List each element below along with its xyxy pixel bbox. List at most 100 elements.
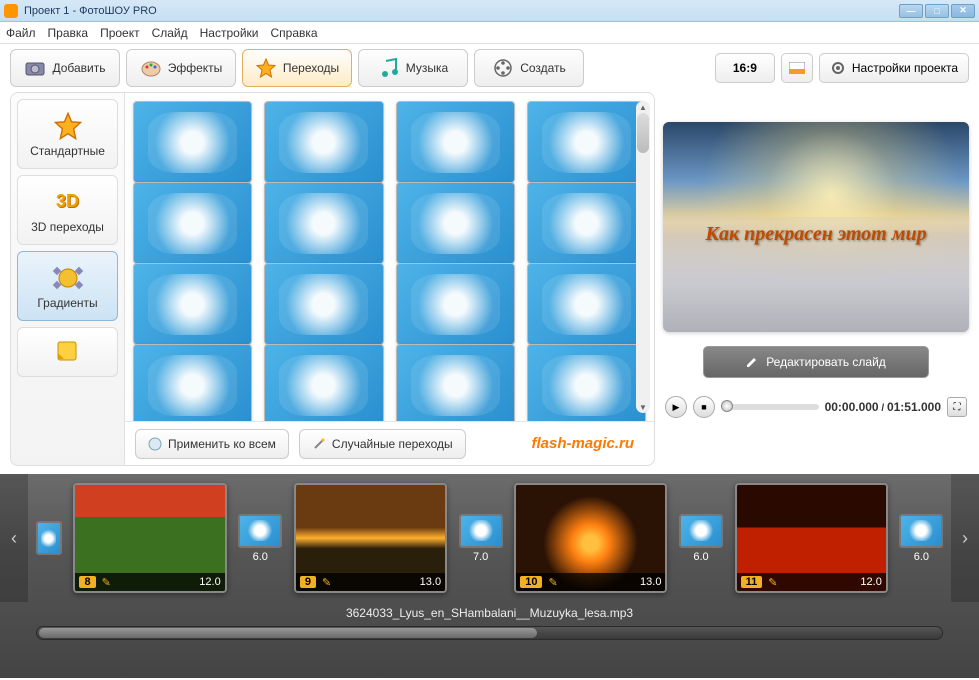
timeline-scrollbar[interactable] [36,626,943,640]
menu-file[interactable]: Файл [6,26,36,40]
slide-card[interactable]: 8 ✎ 12.0 [73,483,226,593]
transition-card: 6.0 [898,514,945,563]
category-3d[interactable]: 3D 3D переходы [17,175,118,245]
transition-thumb[interactable] [527,101,646,183]
scroll-down-icon[interactable]: ▼ [636,401,650,413]
aspect-ratio-label: 16:9 [733,61,757,75]
seek-knob[interactable] [721,400,733,412]
category-gradients[interactable]: Градиенты [17,251,118,321]
timeline-next-button[interactable]: › [951,474,979,602]
transition-thumb[interactable] [527,344,646,421]
camera-icon [24,57,46,79]
slide-number: 8 [79,576,95,588]
transitions-panel: Стандартные 3D 3D переходы Градиенты [10,92,655,466]
category-3d-label: 3D переходы [31,220,104,234]
tab-create[interactable]: Создать [474,49,584,87]
menubar: Файл Правка Проект Слайд Настройки Справ… [0,22,979,44]
fullscreen-button[interactable]: ⛶ [947,397,967,417]
timeline-scrollbar-thumb[interactable] [39,628,537,638]
transition-thumb[interactable] [264,182,383,264]
project-settings-label: Настройки проекта [852,61,958,75]
slide-card[interactable]: 11 ✎ 12.0 [735,483,888,593]
pencil-icon[interactable]: ✎ [102,576,111,589]
transition-card: 6.0 [677,514,724,563]
category-sidebar: Стандартные 3D 3D переходы Градиенты [11,93,125,465]
timecode: 00:00.000 / 01:51.000 [825,400,941,414]
transition-thumb[interactable] [36,521,62,555]
tab-add[interactable]: Добавить [10,49,120,87]
transition-thumb[interactable] [459,514,503,548]
tab-music-label: Музыка [406,61,448,75]
star-icon [255,57,277,79]
watermark-text: flash-magic.ru [476,435,644,452]
transition-thumb[interactable] [679,514,723,548]
random-transitions-label: Случайные переходы [332,437,453,451]
menu-slide[interactable]: Слайд [152,26,188,40]
scroll-up-icon[interactable]: ▲ [636,101,650,113]
transition-thumb[interactable] [264,344,383,421]
transition-thumb[interactable] [238,514,282,548]
gallery-scrollbar[interactable]: ▲ ▼ [636,101,650,413]
transition-thumb[interactable] [527,182,646,264]
tab-transitions-label: Переходы [283,61,339,75]
transition-card: 6.0 [237,514,284,563]
transition-thumb[interactable] [264,263,383,345]
pencil-icon[interactable]: ✎ [548,576,557,589]
content-area: Стандартные 3D 3D переходы Градиенты [0,92,979,474]
menu-settings[interactable]: Настройки [200,26,259,40]
transition-thumb[interactable] [264,101,383,183]
menu-edit[interactable]: Правка [48,26,89,40]
random-transitions-button[interactable]: Случайные переходы [299,429,466,459]
play-button[interactable]: ▶ [665,396,687,418]
transition-thumb[interactable] [396,182,515,264]
gear-icon [830,60,846,76]
slide-caption: 9 ✎ 13.0 [296,573,445,591]
category-standard[interactable]: Стандартные [17,99,118,169]
tab-transitions[interactable]: Переходы [242,49,352,87]
apply-all-button[interactable]: Применить ко всем [135,429,289,459]
slide-duration: 13.0 [564,576,662,588]
transition-thumb[interactable] [396,344,515,421]
scrollbar-thumb[interactable] [637,113,649,153]
category-next[interactable] [17,327,118,377]
music-icon [378,57,400,79]
transition-thumb[interactable] [527,263,646,345]
stop-button[interactable]: ■ [693,396,715,418]
apply-icon [148,437,162,451]
close-button[interactable]: ✕ [951,4,975,18]
aspect-ratio-button[interactable]: 16:9 [715,53,775,83]
slide-card[interactable]: 10 ✎ 13.0 [514,483,667,593]
timeline-scrollbar-row [0,624,979,644]
transition-thumb[interactable] [396,101,515,183]
tab-effects[interactable]: Эффекты [126,49,236,87]
menu-project[interactable]: Проект [100,26,140,40]
slide-number: 9 [300,576,316,588]
slide-card[interactable]: 9 ✎ 13.0 [294,483,447,593]
menu-help[interactable]: Справка [270,26,317,40]
slide-caption: 11 ✎ 12.0 [737,573,886,591]
background-button[interactable] [781,53,813,83]
pencil-icon[interactable]: ✎ [768,576,777,589]
gallery-footer: Применить ко всем Случайные переходы fla… [125,421,654,465]
slide-caption: 8 ✎ 12.0 [75,573,224,591]
tab-music[interactable]: Музыка [358,49,468,87]
seek-bar[interactable] [721,404,819,410]
transition-thumb[interactable] [133,263,252,345]
transition-thumb[interactable] [133,101,252,183]
edit-slide-button[interactable]: Редактировать слайд [703,346,929,378]
category-gradients-label: Градиенты [37,296,97,310]
minimize-button[interactable]: — [899,4,923,18]
timeline-prev-button[interactable]: ‹ [0,474,28,602]
transition-thumb[interactable] [133,182,252,264]
maximize-button[interactable]: □ [925,4,949,18]
transition-duration: 7.0 [473,551,488,563]
transition-thumb[interactable] [899,514,943,548]
reel-icon [492,57,514,79]
gallery-wrap: ▲ ▼ Применить ко всем Случайные переходы… [125,93,654,465]
preview-text: Как прекрасен этот мир [663,223,969,246]
transition-thumb[interactable] [396,263,515,345]
transition-duration: 6.0 [914,551,929,563]
pencil-icon[interactable]: ✎ [322,576,331,589]
transition-thumb[interactable] [133,344,252,421]
project-settings-button[interactable]: Настройки проекта [819,53,969,83]
